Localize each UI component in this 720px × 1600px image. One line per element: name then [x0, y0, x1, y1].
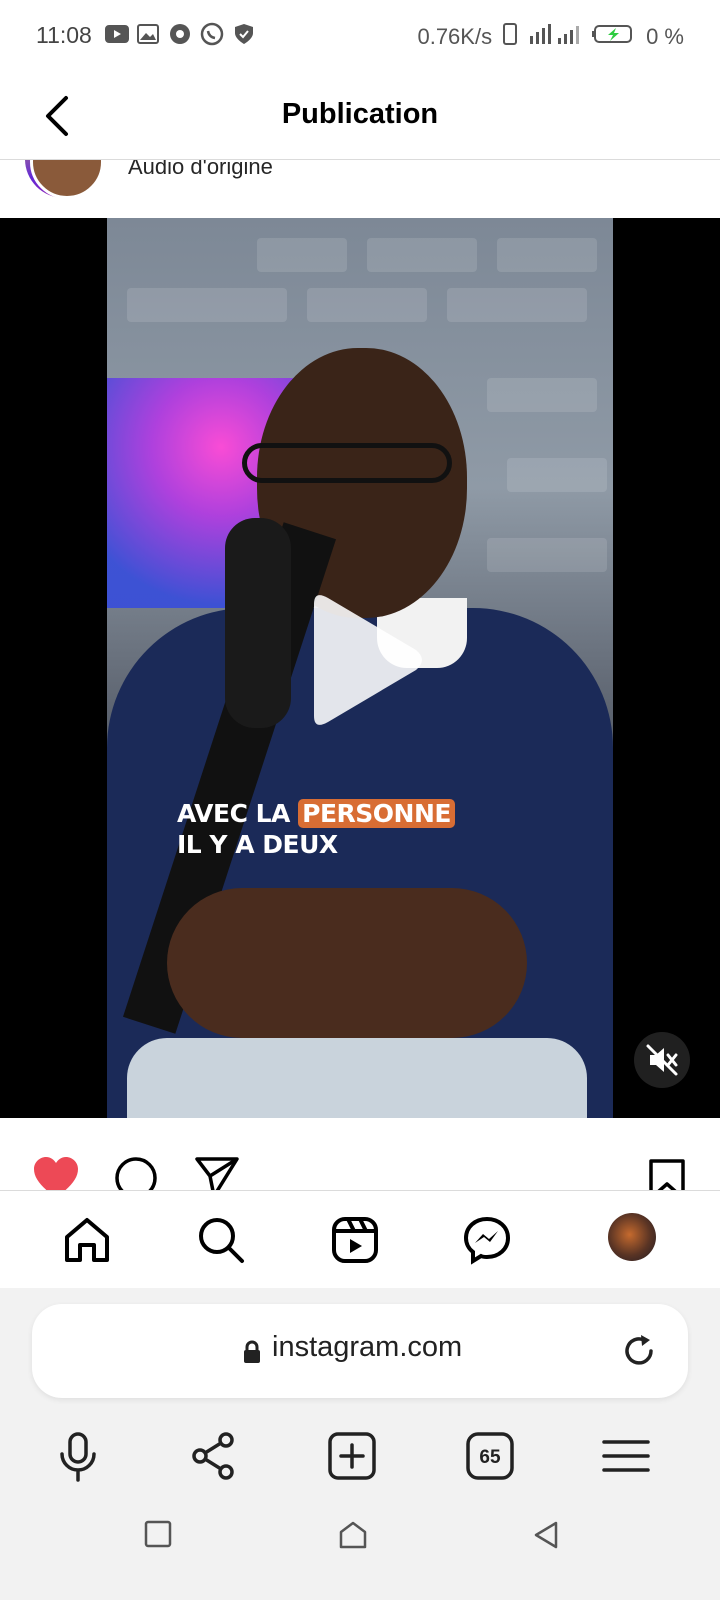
signal-icon — [528, 22, 582, 52]
search-icon[interactable] — [196, 1215, 246, 1265]
profile-avatar[interactable] — [608, 1213, 656, 1261]
caption-line1-pre: AVEC LA — [177, 799, 299, 828]
shield-icon — [232, 22, 256, 46]
android-back-icon[interactable] — [532, 1520, 560, 1555]
play-icon[interactable] — [300, 590, 430, 730]
share-icon[interactable] — [188, 1430, 240, 1482]
heart-icon[interactable] — [32, 1156, 80, 1190]
mic-icon[interactable] — [52, 1430, 104, 1482]
messenger-icon[interactable] — [462, 1215, 512, 1265]
lock-icon — [242, 1340, 262, 1369]
address-bar[interactable]: instagram.com — [32, 1304, 688, 1398]
hands — [167, 888, 527, 1038]
gallery-icon — [136, 22, 160, 46]
recents-icon[interactable] — [144, 1520, 172, 1553]
tab-count: 65 — [479, 1447, 501, 1468]
post-author-row: Audio d'origine — [0, 160, 720, 218]
reload-icon[interactable] — [620, 1332, 658, 1375]
battery-icon — [592, 22, 636, 52]
tabs-icon[interactable]: 65 — [464, 1430, 516, 1482]
new-tab-icon[interactable] — [326, 1430, 378, 1482]
page-title: Publication — [281, 98, 439, 130]
instagram-bottom-nav — [0, 1190, 720, 1288]
glasses — [242, 443, 452, 483]
author-avatar[interactable] — [25, 160, 104, 199]
audio-label[interactable]: Audio d'origine — [128, 160, 273, 180]
app-icon — [168, 22, 192, 46]
whatsapp-icon — [200, 22, 224, 46]
battery-percent: 0 % — [646, 24, 684, 49]
status-right: 0.76K/s 0 % — [417, 22, 684, 52]
notification-icons — [104, 22, 256, 46]
reels-icon[interactable] — [330, 1215, 380, 1265]
legs — [127, 1038, 587, 1118]
url-text[interactable]: instagram.com — [272, 1331, 462, 1364]
send-icon[interactable] — [194, 1156, 240, 1190]
home-icon[interactable] — [62, 1215, 112, 1265]
android-home-icon[interactable] — [338, 1520, 368, 1555]
network-speed: 0.76K/s — [417, 24, 493, 49]
mute-icon[interactable] — [634, 1032, 690, 1088]
comment-icon[interactable] — [114, 1156, 158, 1190]
post-actions — [0, 1118, 720, 1190]
app-header: Publication — [0, 72, 720, 160]
youtube-icon — [104, 22, 129, 46]
status-bar: 11:08 0.76K/s 0 % — [0, 0, 720, 72]
video-caption: AVEC LA PERSONNE IL Y A DEUX — [177, 798, 455, 860]
microphone — [225, 518, 291, 728]
caption-highlight: PERSONNE — [298, 799, 455, 828]
bookmark-icon[interactable] — [648, 1158, 686, 1190]
browser-chrome: instagram.com 65 — [0, 1288, 720, 1600]
phone-icon — [502, 22, 518, 52]
menu-icon[interactable] — [600, 1430, 652, 1482]
status-time: 11:08 — [36, 22, 92, 48]
caption-line2: IL Y A DEUX — [177, 830, 338, 859]
